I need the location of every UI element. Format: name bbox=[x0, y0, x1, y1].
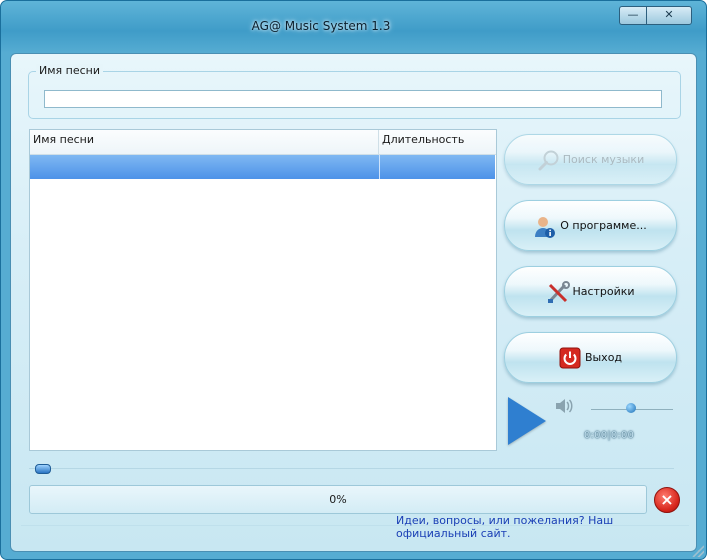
main-panel: Имя песни Имя песни Длительность Поиск м… bbox=[10, 53, 697, 552]
title-bar[interactable]: AG@ Music System 1.3 — ✕ bbox=[1, 1, 706, 53]
user-info-icon bbox=[534, 215, 556, 238]
song-name-group-label: Имя песни bbox=[36, 64, 103, 77]
window-title: AG@ Music System 1.3 bbox=[251, 19, 391, 33]
song-name-group: Имя песни bbox=[28, 64, 681, 119]
song-name-input[interactable] bbox=[44, 90, 662, 108]
play-button[interactable] bbox=[508, 397, 546, 445]
settings-button[interactable]: Настройки bbox=[504, 266, 677, 317]
progress-label: 0% bbox=[329, 493, 347, 506]
column-header-song-name[interactable]: Имя песни bbox=[30, 130, 379, 154]
minimize-button[interactable]: — bbox=[619, 6, 646, 25]
settings-label: Настройки bbox=[572, 285, 635, 298]
cancel-button[interactable]: × bbox=[654, 487, 680, 513]
seek-bar-handle[interactable] bbox=[35, 464, 51, 474]
download-progress-bar: 0% bbox=[29, 485, 647, 514]
row-column-divider bbox=[379, 155, 380, 179]
search-music-label: Поиск музыки bbox=[562, 153, 645, 166]
exit-label: Выход bbox=[584, 351, 623, 364]
power-icon bbox=[559, 347, 581, 369]
tools-icon bbox=[546, 280, 571, 303]
seek-bar-track[interactable] bbox=[29, 468, 674, 469]
song-list[interactable]: Имя песни Длительность bbox=[29, 129, 497, 451]
column-header-duration[interactable]: Длительность bbox=[379, 130, 494, 154]
window-controls: — ✕ bbox=[619, 6, 692, 25]
official-site-link[interactable]: Идеи, вопросы, или пожелания? Наш официа… bbox=[396, 514, 696, 540]
song-list-header: Имя песни Длительность bbox=[30, 130, 496, 155]
exit-button[interactable]: Выход bbox=[504, 332, 677, 383]
resize-grip[interactable] bbox=[692, 545, 704, 557]
about-label: О программе... bbox=[560, 219, 647, 232]
close-button[interactable]: ✕ bbox=[646, 6, 692, 25]
magnifier-icon bbox=[537, 149, 559, 171]
volume-slider-handle[interactable] bbox=[626, 403, 636, 413]
app-window: AG@ Music System 1.3 — ✕ Имя песни Имя п… bbox=[0, 0, 707, 560]
search-music-button[interactable]: Поиск музыки bbox=[504, 134, 677, 185]
time-display: 0:00|0:00 bbox=[584, 430, 635, 441]
speaker-icon[interactable] bbox=[555, 398, 573, 414]
selected-table-row[interactable] bbox=[30, 155, 495, 179]
close-icon: × bbox=[660, 490, 674, 509]
about-button[interactable]: О программе... bbox=[504, 200, 677, 251]
